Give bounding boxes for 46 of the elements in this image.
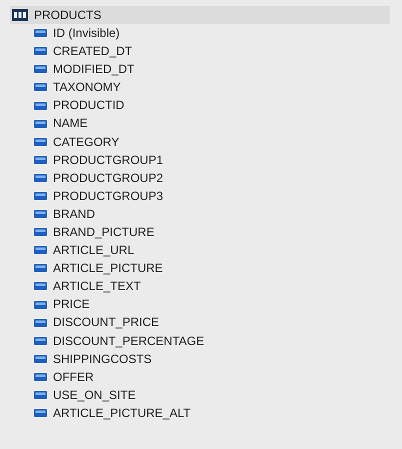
column-icon xyxy=(34,246,47,254)
tree-item[interactable]: MODIFIED_DT xyxy=(32,60,390,78)
tree-item[interactable]: TAXONOMY xyxy=(32,78,390,96)
column-icon xyxy=(34,318,47,327)
tree-item[interactable]: ARTICLE_PICTURE xyxy=(32,259,390,278)
tree-item[interactable]: ID (Invisible) xyxy=(32,24,390,42)
column-icon xyxy=(34,354,47,363)
tree-item[interactable]: PRICE xyxy=(32,296,390,314)
tree-item[interactable]: PRODUCTGROUP3 xyxy=(32,186,390,206)
column-icon xyxy=(34,138,47,146)
column-icon xyxy=(34,102,47,110)
column-icon xyxy=(34,409,47,418)
column-icon xyxy=(34,336,47,345)
column-icon xyxy=(34,228,47,236)
tree-item[interactable]: BRAND xyxy=(32,205,390,224)
tree-item[interactable]: DISCOUNT_PRICE xyxy=(32,314,390,332)
tree-item[interactable]: CREATED_DT xyxy=(32,42,390,60)
tree-item[interactable]: ARTICLE_URL xyxy=(32,241,390,260)
column-icon xyxy=(34,83,47,92)
tree-item[interactable]: PRODUCTGROUP1 xyxy=(32,150,390,169)
column-icon xyxy=(34,192,47,200)
tree-item[interactable]: NAME xyxy=(32,114,390,133)
tree-item[interactable]: CATEGORY xyxy=(32,132,390,151)
column-icon xyxy=(34,391,47,400)
column-icon xyxy=(34,174,47,182)
tree-item[interactable]: ARTICLE_PICTURE_ALT xyxy=(32,404,390,422)
column-icon xyxy=(34,65,47,74)
column-icon xyxy=(34,264,47,272)
column-icon xyxy=(34,29,47,38)
column-icon xyxy=(34,120,47,128)
tree-item[interactable]: PRODUCTGROUP2 xyxy=(32,168,390,187)
column-icon xyxy=(34,47,47,56)
column-icon xyxy=(34,210,47,218)
column-icon xyxy=(34,372,47,381)
tree-item[interactable]: DISCOUNT_PERCENTAGE xyxy=(32,332,390,350)
column-icon xyxy=(34,282,47,290)
tree-item[interactable]: SHIPPINGCOSTS xyxy=(32,350,390,368)
tree-item[interactable]: USE_ON_SITE xyxy=(32,386,390,404)
column-icon xyxy=(34,300,47,309)
tree-item[interactable]: PRODUCTS xyxy=(10,6,390,24)
database-icon xyxy=(12,9,28,22)
tree-item[interactable]: BRAND_PICTURE xyxy=(32,223,390,242)
tree-item[interactable]: ARTICLE_TEXT xyxy=(32,277,390,296)
tree-item[interactable]: PRODUCTID xyxy=(32,96,390,115)
tree-item[interactable]: OFFER xyxy=(32,368,390,386)
column-icon xyxy=(34,156,47,164)
